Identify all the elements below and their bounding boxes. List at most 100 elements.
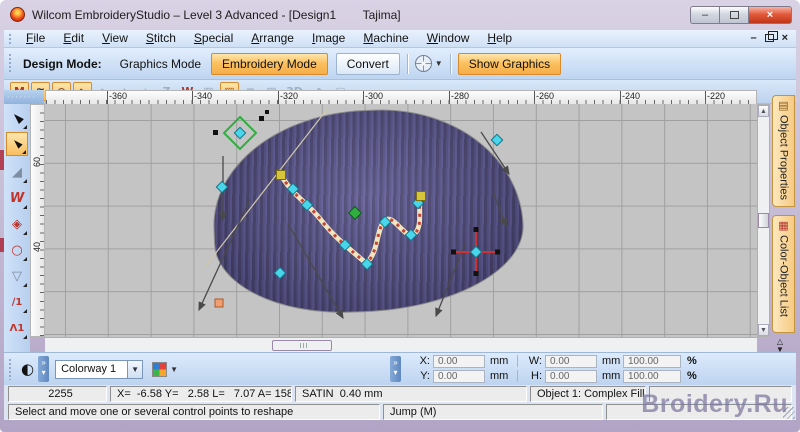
design-colorway-icon[interactable]: ◐ (21, 360, 34, 378)
freehand-embroidery-tool[interactable]: W (6, 186, 28, 210)
horizontal-ruler: -360 -340 -320 -300 -280 -260 -240 -220 (45, 90, 757, 104)
y-input[interactable]: 0.00 (433, 369, 485, 383)
menu-help[interactable]: Help (478, 30, 521, 47)
select-object-tool[interactable]: ► (6, 106, 28, 130)
colorway-dropdown-button[interactable]: ▼ (127, 360, 143, 378)
stitch-type-readout: SATIN 0.40 mm (295, 386, 527, 402)
status-hint: Select and move one or several control p… (8, 404, 380, 420)
circle-arc-tool[interactable]: ○ (6, 238, 28, 262)
object-properties-icon: ▤ (778, 99, 789, 112)
separator (449, 53, 451, 74)
scale-y-unit: % (687, 370, 697, 382)
toolbar-grip[interactable] (8, 357, 13, 381)
colorway-editor-caret[interactable]: ▼ (170, 365, 178, 374)
x-unit: mm (490, 355, 509, 367)
menu-machine[interactable]: Machine (354, 30, 417, 47)
graphics-mode-button[interactable]: Graphics Mode (110, 54, 211, 74)
entry-point-node[interactable] (347, 205, 363, 221)
pointer-readout: X= -6.58 Y= 2.58 L= 7.07 A= 158.56 (110, 386, 292, 402)
reshape-overlay (198, 107, 510, 320)
menu-special[interactable]: Special (185, 30, 242, 47)
vertical-scrollbar-thumb[interactable] (758, 213, 769, 228)
embroidery-mode-button[interactable]: Embroidery Mode (211, 52, 328, 75)
h-unit: mm (602, 370, 621, 382)
colorway-select[interactable]: Colorway 1 ▼ (55, 359, 144, 379)
reshape-arrows (198, 131, 510, 320)
stitch-count: 2255 (8, 386, 107, 402)
close-button[interactable]: × (748, 6, 792, 24)
design-mode-label: Design Mode: (23, 56, 102, 71)
w-unit: mm (602, 355, 621, 367)
y-unit: mm (490, 370, 509, 382)
x-label: X: (419, 355, 430, 367)
tab-color-object-list[interactable]: ▦ Color-Object List (772, 215, 795, 333)
tab-label: Object Properties (777, 115, 790, 200)
w-label: W: (528, 355, 542, 367)
horizontal-scrollbar[interactable] (45, 337, 757, 352)
show-graphics-button[interactable]: Show Graphics (457, 52, 562, 75)
maximize-icon (729, 11, 739, 19)
stitch-angle-path[interactable] (278, 173, 424, 267)
ruler-corner-grip[interactable]: ∙∙∙∙∙∙∙ (4, 90, 44, 104)
convert-button[interactable]: Convert (335, 52, 400, 75)
toolbar-grip[interactable] (8, 32, 13, 45)
edge-accent (0, 150, 4, 170)
menu-edit[interactable]: Edit (54, 30, 93, 47)
tab-object-properties[interactable]: ▤ Object Properties (772, 95, 795, 207)
scale-x-unit: % (687, 355, 697, 367)
title-bar[interactable]: Wilcom EmbroideryStudio – Level 3 Advanc… (0, 0, 800, 30)
vertical-scrollbar[interactable]: ▲ ▼ (757, 104, 770, 337)
transform-panel: X: 0.00 mm W: 0.00 mm 100.00 % Y: 0.00 m… (412, 353, 792, 384)
globe-hoop-icon[interactable] (414, 55, 432, 72)
mesh-reshape-tool[interactable]: ▽ (6, 264, 28, 288)
docked-panel-tabs: ▤ Object Properties ▦ Color-Object List … (770, 95, 796, 354)
width-input[interactable]: 0.00 (545, 354, 597, 368)
x-input[interactable]: 0.00 (433, 354, 485, 368)
colorway-select-value: Colorway 1 (61, 363, 117, 375)
minimize-button[interactable]: – (690, 6, 719, 24)
menu-image[interactable]: Image (303, 30, 354, 47)
reshape-object-tool[interactable]: ► (6, 132, 28, 156)
menu-arrange[interactable]: Arrange (242, 30, 303, 47)
menu-window[interactable]: Window (418, 30, 479, 47)
menu-stitch[interactable]: Stitch (137, 30, 185, 47)
y-label: Y: (420, 370, 430, 382)
height-input[interactable]: 0.00 (545, 369, 597, 383)
h-label: H: (531, 370, 542, 382)
horizontal-scrollbar-thumb[interactable] (272, 340, 332, 351)
tab-label: Color-Object List (777, 235, 790, 317)
toolbar-overflow-button[interactable]: » ▾ (390, 356, 402, 382)
toolbar-grip[interactable] (8, 52, 13, 75)
exit-point-node[interactable] (214, 298, 224, 308)
penetrations-tool[interactable]: ∕1 (6, 290, 28, 314)
menu-file[interactable]: File (17, 30, 54, 47)
mdi-close-button[interactable]: × (782, 32, 788, 44)
closed-object-tool[interactable]: ◈ (6, 212, 28, 236)
colorway-editor-icon[interactable] (152, 361, 168, 377)
application-window: Wilcom EmbroideryStudio – Level 3 Advanc… (0, 0, 800, 432)
toolbar-overflow-button[interactable]: » ▾ (38, 356, 50, 382)
menu-view[interactable]: View (93, 30, 137, 47)
maximize-button[interactable] (719, 6, 748, 24)
selected-object-readout: Object 1: Complex Fill (530, 386, 646, 402)
watermark: Broidery.Ru (641, 390, 788, 418)
design-mode-toolbar: Design Mode: Graphics Mode Embroidery Mo… (4, 48, 796, 80)
menu-bar: File Edit View Stitch Special Arrange Im… (4, 30, 796, 48)
edge-accent (0, 238, 4, 252)
tool-hint: Jump (M) (383, 404, 603, 420)
measure-tool[interactable]: ◢ (6, 160, 28, 184)
app-flame-icon (10, 7, 25, 22)
color-object-list-icon: ▦ (778, 219, 789, 232)
mdi-restore-button[interactable] (764, 31, 778, 42)
mdi-minimize-button[interactable]: – (750, 32, 756, 44)
scale-y-input[interactable]: 100.00 (623, 369, 681, 383)
vertical-ruler: 60 40 (30, 104, 45, 337)
scale-x-input[interactable]: 100.00 (623, 354, 681, 368)
toolbox-palette: ► ► ◢ W ◈ ○ ▽ ∕1 Λ1 (4, 104, 30, 352)
status-bar: 2255 X= -6.58 Y= 2.58 L= 7.07 A= 158.56 … (4, 385, 796, 420)
stitch-edit-tool[interactable]: Λ1 (6, 316, 28, 340)
design-canvas[interactable] (45, 104, 757, 337)
window-title: Wilcom EmbroideryStudio – Level 3 Advanc… (32, 8, 401, 22)
separator (406, 53, 408, 74)
globe-dropdown-caret[interactable]: ▼ (435, 59, 443, 68)
